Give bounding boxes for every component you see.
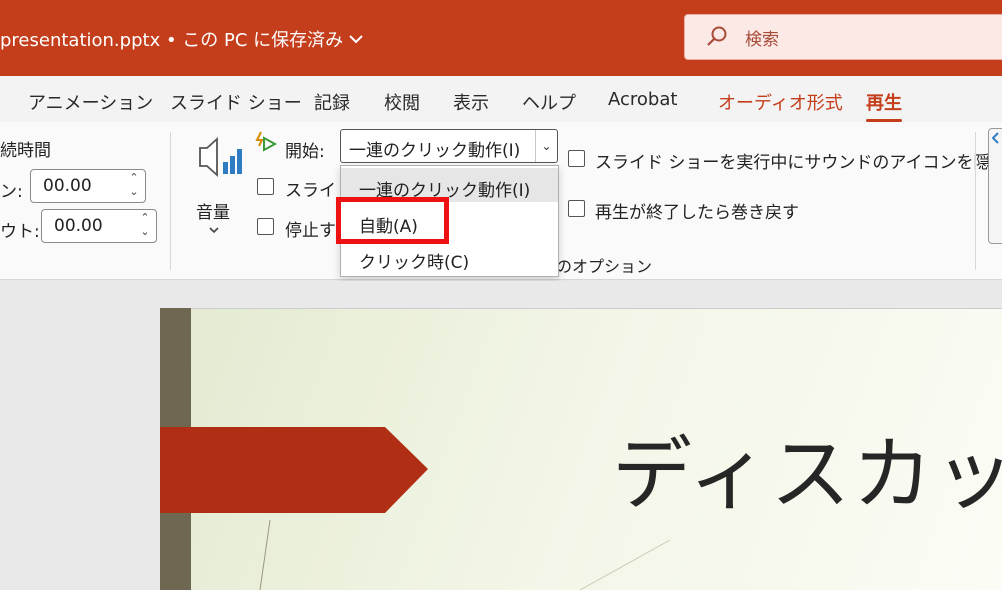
loop-until-stopped-label: 停止す xyxy=(285,221,336,241)
chevron-down-icon xyxy=(349,35,363,44)
speaker-volume-icon xyxy=(199,136,242,178)
volume-label: 音量 xyxy=(196,203,230,223)
volume-button[interactable]: 音量 xyxy=(192,134,244,234)
fade-in-spinner[interactable]: 00.00 ⌃ ⌄ xyxy=(30,169,146,203)
partial-ribbon-button[interactable] xyxy=(988,128,1002,244)
tab-record[interactable]: 記録 xyxy=(314,89,350,115)
start-dropdown[interactable]: 一連のクリック動作(I) ⌄ xyxy=(340,129,558,163)
slide-decor-lines xyxy=(259,520,671,590)
hide-during-show-checkbox[interactable] xyxy=(568,150,585,167)
bookmark-icon xyxy=(992,132,999,144)
rewind-after-playing-checkbox[interactable] xyxy=(568,200,585,217)
group-separator xyxy=(170,132,171,270)
highlight-box xyxy=(336,197,449,244)
start-animation-icon xyxy=(255,131,278,152)
slide-title[interactable]: ディスカッ xyxy=(612,410,1002,526)
fade-group-label: 続時間 xyxy=(0,141,51,161)
spinner-arrows-icon[interactable]: ⌃ ⌄ xyxy=(138,211,152,239)
start-label: 開始: xyxy=(285,142,325,162)
tab-animations[interactable]: アニメーション xyxy=(28,89,153,115)
fade-out-label: ウト: xyxy=(0,222,40,242)
chevron-down-icon[interactable]: ⌄ xyxy=(535,130,557,162)
search-placeholder: 検索 xyxy=(745,29,779,50)
rewind-after-playing-label: 再生が終了したら巻き戻す xyxy=(595,203,799,223)
slide-arrow-shape xyxy=(160,427,428,513)
tab-help[interactable]: ヘルプ xyxy=(522,89,576,115)
document-title-text: presentation.pptx • この PC に保存済み xyxy=(0,30,344,51)
hide-during-show-label: スライド ショーを実行中にサウンドのアイコンを隠す xyxy=(595,153,1002,173)
group-separator xyxy=(975,132,976,270)
option-when-clicked[interactable]: クリック時(C) xyxy=(341,240,558,274)
ribbon-tabs: アニメーション スライド ショー 記録 校閲 表示 ヘルプ Acrobat オー… xyxy=(0,76,1002,122)
fade-out-spinner[interactable]: 00.00 ⌃ ⌄ xyxy=(41,209,157,243)
search-icon xyxy=(707,26,727,46)
fade-in-label: ン: xyxy=(0,182,23,202)
search-box[interactable]: 検索 xyxy=(684,14,1002,60)
title-bar: presentation.pptx • この PC に保存済み 検索 xyxy=(0,0,1002,76)
fade-in-value: 00.00 xyxy=(43,176,92,196)
tab-playback[interactable]: 再生 xyxy=(866,89,902,122)
play-across-slides-checkbox[interactable] xyxy=(257,178,274,195)
tab-view[interactable]: 表示 xyxy=(453,89,489,115)
chevron-down-icon xyxy=(209,227,219,234)
tab-audio-format[interactable]: オーディオ形式 xyxy=(718,89,843,115)
fade-out-value: 00.00 xyxy=(54,216,103,236)
audio-options-group-label: のオプション xyxy=(556,257,653,276)
tab-slideshow[interactable]: スライド ショー xyxy=(170,89,302,115)
start-dropdown-value: 一連のクリック動作(I) xyxy=(349,141,521,161)
tab-review[interactable]: 校閲 xyxy=(384,89,420,115)
document-title[interactable]: presentation.pptx • この PC に保存済み xyxy=(0,26,363,52)
tab-acrobat[interactable]: Acrobat xyxy=(608,89,677,110)
loop-until-stopped-checkbox[interactable] xyxy=(257,218,274,235)
spinner-arrows-icon[interactable]: ⌃ ⌄ xyxy=(127,171,141,199)
